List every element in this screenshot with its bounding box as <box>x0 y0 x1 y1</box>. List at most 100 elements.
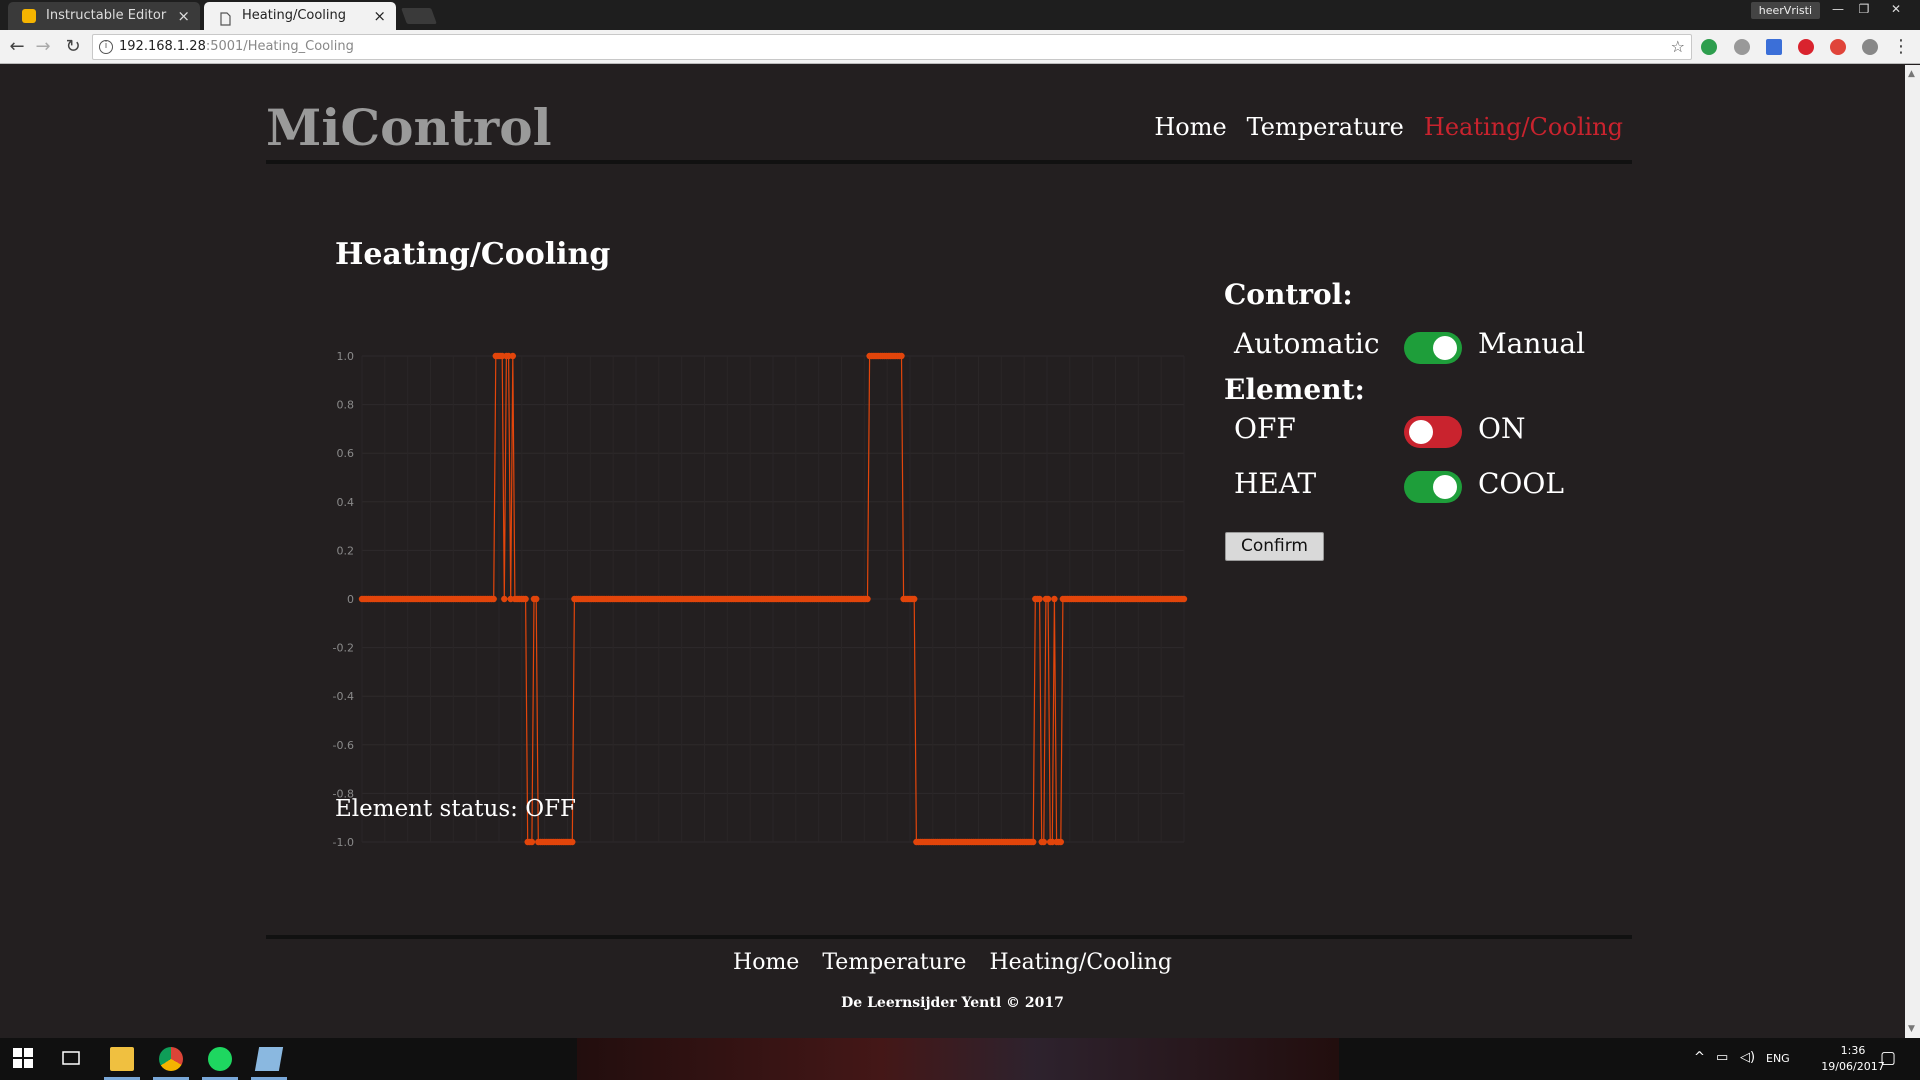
y-tick-label: 0.2 <box>337 544 355 557</box>
footer-nav-heating-cooling[interactable]: Heating/Cooling <box>989 950 1172 975</box>
y-tick-label: -0.2 <box>333 642 354 655</box>
y-tick-label: 0 <box>347 593 354 606</box>
page-content: MiControl Home Temperature Heating/Cooli… <box>0 65 1905 1038</box>
chrome-icon[interactable] <box>159 1047 183 1071</box>
restore-icon[interactable]: ❐ <box>1852 0 1876 18</box>
app-icon[interactable] <box>254 1047 284 1071</box>
cool-label: COOL <box>1478 467 1564 500</box>
control-mode-toggle[interactable] <box>1404 332 1462 364</box>
y-tick-label: -0.4 <box>333 690 354 703</box>
kebab-menu-icon[interactable]: ⋮ <box>1890 36 1912 58</box>
heating-cooling-chart: 1.00.80.60.40.20-0.2-0.4-0.6-0.8-1.0 <box>333 350 1188 849</box>
new-tab-button[interactable] <box>401 8 437 24</box>
tab-title: Instructable Editor <box>46 8 167 23</box>
profile-button[interactable]: heerVristi <box>1750 2 1820 19</box>
extension-icon[interactable] <box>1830 39 1846 55</box>
bookmark-star-icon[interactable]: ☆ <box>1671 35 1685 59</box>
windows-taskbar: ^ ▭ ◁) ENG 1:36 19/06/2017 ▢ <box>0 1038 1920 1080</box>
back-arrow-icon[interactable]: ← <box>6 36 28 58</box>
volume-icon[interactable]: ◁) <box>1740 1050 1755 1065</box>
browser-tab-strip: Instructable Editor × Heating/Cooling × … <box>0 0 1920 30</box>
notification-icon[interactable]: ▢ <box>1880 1048 1896 1068</box>
footer-nav-temperature[interactable]: Temperature <box>822 950 966 975</box>
data-point <box>1044 595 1052 603</box>
scroll-up-icon[interactable]: ▲ <box>1908 69 1915 79</box>
toggle-knob <box>1433 475 1457 499</box>
element-status: Element status: OFF <box>335 796 576 822</box>
tray-chevron-icon[interactable]: ^ <box>1694 1050 1705 1065</box>
tab-heating-cooling[interactable]: Heating/Cooling × <box>204 2 396 30</box>
spotify-icon[interactable] <box>208 1047 232 1071</box>
extension-icon[interactable] <box>1766 39 1782 55</box>
scroll-down-icon[interactable]: ▼ <box>1908 1024 1915 1034</box>
extension-icon[interactable] <box>1798 39 1814 55</box>
element-heading: Element: <box>1224 373 1365 406</box>
language-indicator[interactable]: ENG <box>1766 1052 1790 1065</box>
heat-cool-toggle[interactable] <box>1404 471 1462 503</box>
power-on-label: ON <box>1478 412 1526 445</box>
page-title: Heating/Cooling <box>335 237 611 272</box>
toggle-knob <box>1433 336 1457 360</box>
instructables-robot-icon <box>22 9 36 23</box>
site-brand[interactable]: MiControl <box>266 98 552 157</box>
url-path: :5001/Heating_Cooling <box>205 39 354 54</box>
y-tick-label: 1.0 <box>337 350 355 363</box>
minimize-icon[interactable]: — <box>1826 0 1850 18</box>
network-icon[interactable]: ▭ <box>1716 1050 1728 1065</box>
top-nav: Home Temperature Heating/Cooling <box>1154 113 1623 141</box>
header-divider <box>266 160 1632 164</box>
tab-instructable-editor[interactable]: Instructable Editor × <box>8 2 200 30</box>
data-point <box>509 352 516 360</box>
data-point <box>1030 838 1037 846</box>
extension-icon[interactable] <box>1701 39 1717 55</box>
address-bar[interactable]: i 192.168.1.28:5001/Heating_Cooling ☆ <box>92 34 1692 60</box>
data-point <box>501 595 508 603</box>
footer-nav: Home Temperature Heating/Cooling <box>0 950 1905 975</box>
nav-temperature[interactable]: Temperature <box>1247 113 1404 141</box>
element-status-value: OFF <box>525 796 577 822</box>
task-view-icon[interactable] <box>60 1047 84 1071</box>
nav-heating-cooling[interactable]: Heating/Cooling <box>1424 113 1623 141</box>
vertical-scrollbar[interactable]: ▲ ▼ <box>1905 65 1920 1038</box>
y-tick-label: 0.4 <box>337 496 355 509</box>
close-icon[interactable]: × <box>373 2 386 30</box>
data-point <box>533 595 540 603</box>
control-heading: Control: <box>1224 278 1353 311</box>
data-point <box>864 595 871 603</box>
y-tick-label: 0.8 <box>337 399 355 412</box>
tab-title: Heating/Cooling <box>242 8 347 23</box>
nav-home[interactable]: Home <box>1154 113 1226 141</box>
power-off-label: OFF <box>1234 412 1296 445</box>
data-point <box>1180 595 1188 603</box>
mode-automatic-label: Automatic <box>1234 327 1380 360</box>
extension-icon[interactable] <box>1862 39 1878 55</box>
page-icon <box>218 9 232 26</box>
windows-start-icon[interactable] <box>12 1047 36 1071</box>
extension-icon[interactable] <box>1734 39 1750 55</box>
reload-icon[interactable]: ↻ <box>62 36 84 58</box>
clock-time[interactable]: 1:36 <box>1822 1044 1884 1057</box>
file-explorer-icon[interactable] <box>110 1047 134 1071</box>
element-power-toggle[interactable] <box>1404 416 1462 448</box>
info-icon[interactable]: i <box>99 40 113 54</box>
browser-toolbar: ← → ↻ i 192.168.1.28:5001/Heating_Coolin… <box>0 30 1920 64</box>
data-point <box>1036 595 1043 603</box>
footer-nav-home[interactable]: Home <box>733 950 799 975</box>
y-tick-label: -0.6 <box>333 739 354 752</box>
y-tick-label: 0.6 <box>337 447 355 460</box>
wallpaper-strip <box>577 1038 1339 1080</box>
confirm-button[interactable]: Confirm <box>1225 532 1324 561</box>
close-window-icon[interactable]: ✕ <box>1884 0 1908 18</box>
data-point <box>898 352 905 360</box>
y-tick-label: -1.0 <box>333 836 354 849</box>
mode-manual-label: Manual <box>1478 327 1586 360</box>
copyright: De Leernsijder Yentl © 2017 <box>841 995 1064 1011</box>
data-point <box>1051 595 1058 603</box>
data-point <box>528 838 536 846</box>
close-icon[interactable]: × <box>177 2 190 30</box>
url-host: 192.168.1.28 <box>119 39 206 54</box>
forward-arrow-icon[interactable]: → <box>32 36 54 58</box>
data-point <box>1057 838 1064 846</box>
toggle-knob <box>1409 420 1433 444</box>
element-status-label: Element status: <box>335 796 518 822</box>
